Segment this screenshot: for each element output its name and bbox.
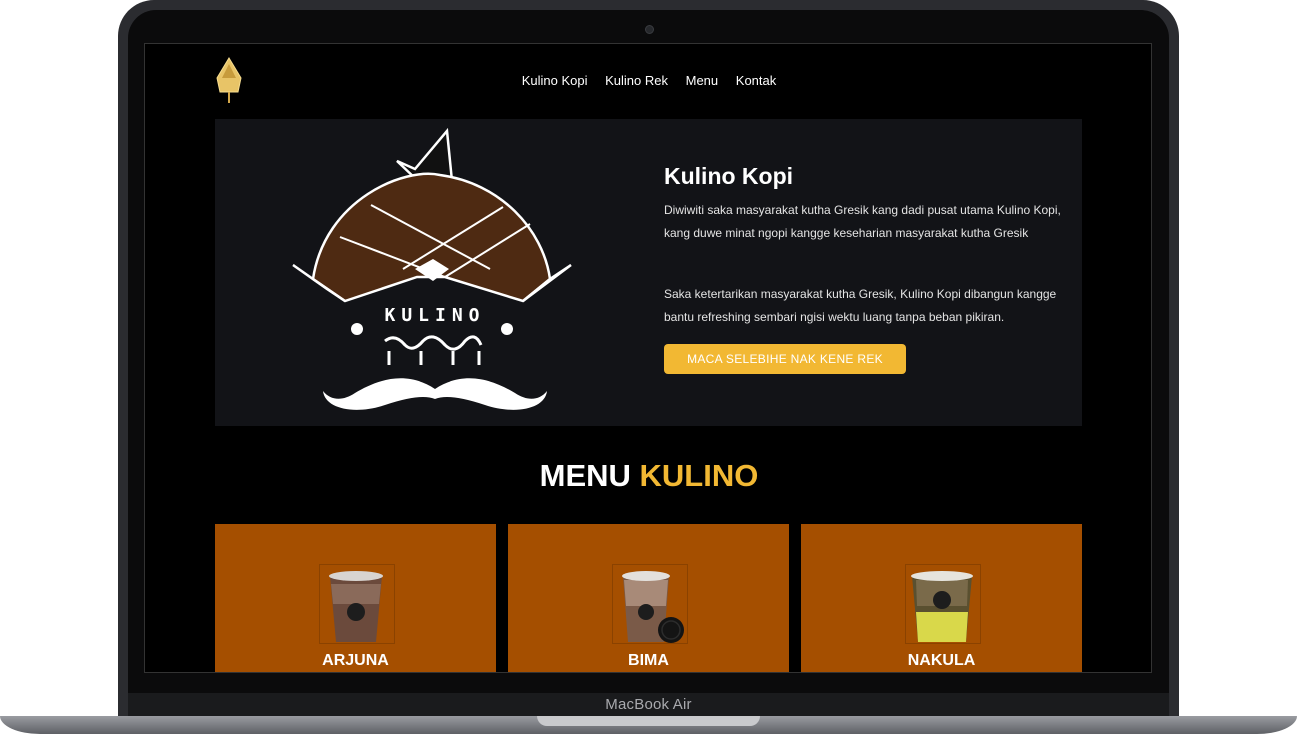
- main-nav: Kulino Kopi Kulino Rek Menu Kontak: [145, 73, 1151, 88]
- menu-heading: MENU KULINO: [145, 458, 1151, 494]
- menu-heading-part1: MENU: [539, 458, 631, 493]
- menu-item-name: BIMA: [628, 652, 669, 669]
- kulino-logo-illustration: KULINO: [292, 127, 572, 410]
- nav-item-menu[interactable]: Menu: [686, 73, 719, 88]
- nav-item-kulino-kopi[interactable]: Kulino Kopi: [522, 73, 588, 88]
- website-screen: Kulino Kopi Kulino Rek Menu Kontak KULIN…: [144, 43, 1152, 673]
- camera-icon: [645, 25, 654, 34]
- menu-heading-part2: KULINO: [639, 458, 759, 493]
- menu-item-name: ARJUNA: [322, 652, 389, 669]
- menu-card-arjuna[interactable]: ARJUNA: [215, 524, 496, 672]
- read-more-button[interactable]: MACA SELEBIHE NAK KENE REK: [664, 344, 906, 374]
- menu-item-name: NAKULA: [907, 652, 976, 669]
- hero-title: Kulino Kopi: [664, 163, 794, 189]
- menu-card-nakula[interactable]: NAKULA: [801, 524, 1082, 672]
- coffee-cup-icon: [622, 571, 684, 643]
- logo-wordmark: KULINO: [384, 305, 485, 326]
- laptop-notch: [537, 716, 760, 726]
- hero-paragraph-1: Diwiwiti saka masyarakat kutha Gresik ka…: [664, 203, 1061, 240]
- device-label: MacBook Air: [605, 696, 692, 713]
- hero-paragraph-2: Saka ketertarikan masyarakat kutha Gresi…: [664, 287, 1057, 324]
- menu-card-bima[interactable]: BIMA: [508, 524, 789, 672]
- coffee-cup-icon: [329, 571, 383, 642]
- hero-section: KULINO Kulino Kopi Diwiwiti saka masyara…: [215, 119, 1082, 426]
- coffee-cup-icon: [911, 571, 973, 642]
- nav-item-kontak[interactable]: Kontak: [736, 73, 776, 88]
- nav-item-kulino-rek[interactable]: Kulino Rek: [605, 73, 668, 88]
